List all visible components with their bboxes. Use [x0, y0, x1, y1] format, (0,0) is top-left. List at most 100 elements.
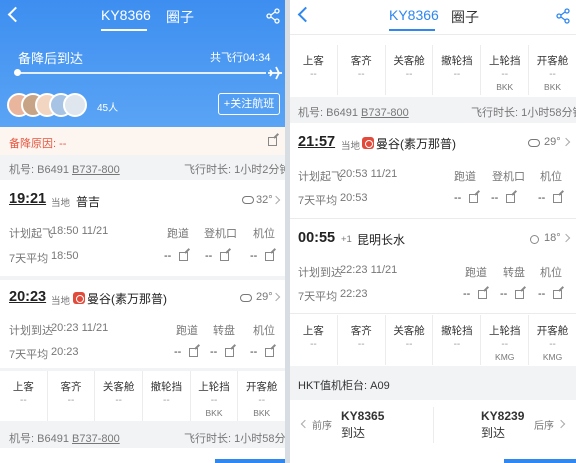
edit-icon[interactable] [265, 348, 274, 357]
status-cell-chocks-on[interactable]: 上轮挡 -- KMG [481, 315, 530, 365]
runway-label: 跑道 [176, 325, 198, 337]
stand-value: -- [538, 288, 546, 300]
status-cell-chocks-off[interactable]: 撤轮挡 -- [433, 315, 482, 365]
total-flight-time: 共飞行04:34 [210, 52, 271, 64]
departure-card: 21:57 当地 曼谷(素万那普) 29° 计划起飞 20:53 11/21 跑… [290, 124, 576, 216]
status-cell-chocks-on[interactable]: 上轮挡 -- BKK [191, 371, 239, 421]
edit-icon[interactable] [179, 252, 188, 261]
status-cell-door-close[interactable]: 关客舱 -- [386, 315, 434, 365]
progress-track [18, 72, 266, 74]
next-flight-status: 到达 [481, 426, 506, 440]
back-arrow-icon[interactable] [7, 6, 24, 23]
stand-value: -- [250, 250, 258, 262]
runway-value: -- [454, 192, 462, 204]
aircraft-label: 机号: B6491 B737-800 [298, 107, 409, 119]
cloud-sun-icon [240, 294, 252, 302]
edit-icon[interactable] [225, 348, 234, 357]
tab-flight[interactable]: KY8366 [101, 7, 151, 23]
carousel-label: 转盘 [213, 325, 235, 337]
arrival-time[interactable]: 20:23 [9, 289, 46, 305]
avg-label: 7天平均 [298, 195, 338, 207]
status-cell-door-open[interactable]: 开客舱 -- KMG [529, 315, 576, 365]
follow-flight-button[interactable]: +关注航班 [218, 93, 280, 115]
divider [290, 34, 576, 35]
status-cell-chocks-on[interactable]: 上轮挡 -- BKK [481, 45, 530, 95]
flight-detail-screen-right: KY8366 圈子 上客 -- 客齐 -- 关客舱 -- 撤轮挡 -- 上轮挡 -- BKK… [290, 0, 576, 463]
chevron-right-icon[interactable] [561, 233, 571, 243]
status-cell-chocks-off[interactable]: 撤轮挡 -- [143, 371, 191, 421]
planned-arrival-label: 计划到达 [9, 325, 53, 337]
runway-label: 跑道 [167, 228, 189, 240]
next-flight-number[interactable]: KY8239 [481, 409, 524, 423]
edit-icon[interactable] [189, 348, 198, 357]
status-cell-door-close[interactable]: 关客舱 -- [386, 45, 434, 95]
runway-value: -- [463, 288, 471, 300]
chevron-right-icon[interactable] [271, 292, 281, 302]
back-arrow-icon[interactable] [297, 6, 314, 23]
runway-label: 跑道 [465, 267, 487, 279]
planned-arrival-value: 22:23 11/21 [340, 264, 398, 276]
status-cell-boarded[interactable]: 客齐 -- [338, 45, 386, 95]
avg-label: 7天平均 [298, 291, 338, 303]
tab-circle[interactable]: 圈子 [451, 7, 479, 27]
diversion-reason-row[interactable]: 备降原因: -- [0, 127, 285, 155]
status-cell-door-open[interactable]: 开客舱 -- BKK [529, 45, 576, 95]
arrival-time[interactable]: 00:55 [298, 230, 335, 246]
aircraft-type-link[interactable]: B737-800 [361, 107, 409, 119]
airplane-icon [268, 66, 282, 80]
edit-icon[interactable] [506, 194, 515, 203]
edit-icon[interactable] [553, 194, 562, 203]
chevron-right-icon[interactable] [271, 195, 281, 205]
ground-status-grid: 上客 -- 客齐 -- 关客舱 -- 撤轮挡 -- 上轮挡 -- BKK 开客舱 -- BKK [0, 371, 285, 421]
departure-time[interactable]: 19:21 [9, 191, 46, 207]
tab-indicator [389, 29, 435, 31]
chevron-right-icon[interactable] [556, 419, 566, 429]
edit-icon[interactable] [553, 290, 562, 299]
avg-value: 20:23 [51, 346, 79, 358]
edit-icon[interactable] [478, 290, 487, 299]
gate-label: 登机口 [492, 171, 525, 183]
departure-temp: 29° [544, 136, 561, 148]
previous-flight-status: 到达 [341, 426, 366, 440]
edit-icon[interactable] [268, 137, 277, 146]
ground-status-grid-bottom: 上客 -- 客齐 -- 关客舱 -- 撤轮挡 -- 上轮挡 -- KMG 开客舱 -- KMG [290, 315, 576, 365]
status-cell-boarding[interactable]: 上客 -- [0, 371, 48, 421]
status-cell-door-open[interactable]: 开客舱 -- BKK [238, 371, 285, 421]
edit-icon[interactable] [515, 290, 524, 299]
tab-circle[interactable]: 圈子 [166, 7, 194, 27]
edit-icon[interactable] [220, 252, 229, 261]
edit-icon[interactable] [469, 194, 478, 203]
avg-label: 7天平均 [9, 349, 49, 361]
aircraft-info-row: 机号: B6491 B737-800 飞行时长: 1小时58分钟 [290, 97, 576, 123]
edit-icon[interactable] [265, 252, 274, 261]
avg-value: 22:23 [340, 288, 368, 300]
aircraft-label: 机号: B6491 B737-800 [9, 433, 120, 445]
previous-flight-number[interactable]: KY8365 [341, 409, 384, 423]
chevron-right-icon[interactable] [561, 137, 571, 147]
cloud-icon [242, 196, 254, 204]
status-cell-boarding[interactable]: 上客 -- [290, 45, 338, 95]
tab-flight[interactable]: KY8366 [389, 7, 439, 23]
share-icon[interactable] [266, 8, 280, 24]
previous-label[interactable]: 前序 [312, 417, 332, 432]
passenger-count: 45人 [97, 103, 119, 114]
status-cell-chocks-off[interactable]: 撤轮挡 -- [433, 45, 482, 95]
origin-dot [14, 69, 21, 76]
aircraft-type-link[interactable]: B737-800 [72, 164, 120, 176]
status-cell-boarded[interactable]: 客齐 -- [338, 315, 386, 365]
planned-arrival-label: 计划到达 [298, 267, 342, 279]
status-cell-door-close[interactable]: 关客舱 -- [95, 371, 144, 421]
arrival-temp: 18° [544, 232, 561, 244]
status-cell-boarding[interactable]: 上客 -- [290, 315, 338, 365]
next-label[interactable]: 后序 [534, 417, 554, 432]
flight-duration: 飞行时长: 1小时2分钟 [184, 164, 285, 176]
divider [433, 407, 434, 443]
chevron-left-icon[interactable] [300, 419, 310, 429]
local-time-tag: 当地 [341, 141, 361, 152]
divider [290, 313, 576, 314]
aircraft-type-link[interactable]: B737-800 [72, 433, 120, 445]
share-icon[interactable] [556, 8, 570, 24]
departure-time[interactable]: 21:57 [298, 134, 335, 150]
status-cell-boarded[interactable]: 客齐 -- [48, 371, 96, 421]
checkin-counter-row: HKT值机柜台: A09 [290, 366, 576, 400]
